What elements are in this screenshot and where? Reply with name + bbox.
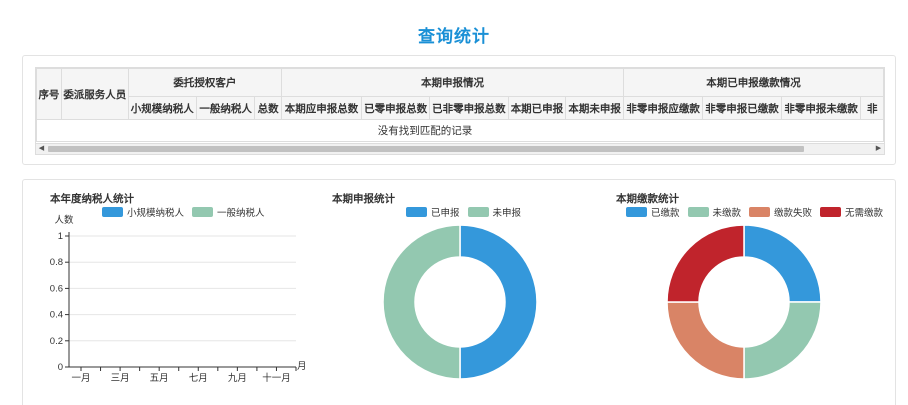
x-tick-label: 三月 bbox=[111, 373, 130, 384]
scrollbar-thumb[interactable] bbox=[48, 146, 804, 152]
col-header-total[interactable]: 总数 bbox=[254, 96, 282, 120]
y-tick-label: 1 bbox=[58, 231, 63, 242]
donut-slice bbox=[382, 224, 461, 380]
y-axis-label: 人数 bbox=[54, 214, 74, 226]
col-header-truncated[interactable]: 非 bbox=[860, 96, 884, 120]
donut-slice bbox=[743, 224, 822, 303]
donut-slice bbox=[459, 224, 538, 380]
x-tick-label: 九月 bbox=[228, 372, 247, 384]
col-header-nonzero-unpaid[interactable]: 非零申报未缴款 bbox=[780, 96, 862, 120]
x-tick-label: 七月 bbox=[189, 373, 208, 384]
result-table: 序号 委派服务人员 委托授权客户 本期申报情况 本期已申报缴款情况 小规模纳税人… bbox=[35, 67, 885, 155]
data-grid: 序号 委派服务人员 委托授权客户 本期申报情况 本期已申报缴款情况 小规模纳税人… bbox=[36, 68, 884, 142]
col-header-due-filing-total[interactable]: 本期应申报总数 bbox=[280, 96, 363, 120]
col-header-small-taxpayer[interactable]: 小规模纳税人 bbox=[127, 96, 197, 120]
col-header-nonzero-filed-total[interactable]: 已非零申报总数 bbox=[429, 96, 509, 120]
col-header-filed[interactable]: 本期已申报 bbox=[507, 96, 567, 120]
group-header-clients: 委托授权客户 bbox=[127, 68, 282, 97]
col-header-zero-filed-total[interactable]: 已零申报总数 bbox=[361, 96, 431, 120]
donut-slice bbox=[743, 301, 822, 380]
filing-donut-chart: 本期申报统计 已申报 未申报 bbox=[313, 180, 603, 405]
x-tick-label: 五月 bbox=[150, 373, 169, 384]
group-header-payment: 本期已申报缴款情况 bbox=[623, 68, 884, 97]
col-header-nonzero-paid[interactable]: 非零申报已缴款 bbox=[702, 96, 782, 120]
y-tick-label: 0.2 bbox=[50, 336, 63, 347]
donut-slice bbox=[666, 301, 745, 380]
y-tick-label: 0 bbox=[58, 362, 63, 373]
y-tick-label: 0.4 bbox=[50, 310, 63, 321]
page-title: 查询统计 bbox=[418, 27, 490, 46]
col-header-nonzero-payable[interactable]: 非零申报应缴款 bbox=[623, 96, 704, 120]
x-axis-label: 月 bbox=[297, 361, 307, 372]
scroll-right-arrow-icon[interactable]: ▶ bbox=[873, 144, 884, 154]
charts-panel: 本年度纳税人统计 小规模纳税人 一般纳税人 人数 0 0.2 0.4 0.6 0.8 1 一月… bbox=[22, 179, 896, 405]
donut-slice bbox=[666, 224, 745, 303]
group-header-filing: 本期申报情况 bbox=[280, 68, 625, 97]
filing-donut-plot bbox=[382, 224, 538, 380]
line-chart-plot: 人数 0 0.2 0.4 0.6 0.8 1 一月 三月 五月 七月 九月 十一月月 bbox=[50, 214, 307, 384]
x-tick-label: 一月 bbox=[71, 373, 90, 384]
horizontal-scrollbar[interactable]: ◀ ▶ bbox=[36, 143, 884, 154]
scroll-left-arrow-icon[interactable]: ◀ bbox=[36, 144, 47, 154]
col-header-general-taxpayer[interactable]: 一般纳税人 bbox=[195, 96, 256, 120]
y-tick-label: 0.8 bbox=[50, 257, 63, 268]
col-header-unfiled[interactable]: 本期未申报 bbox=[565, 96, 625, 120]
col-header-index[interactable]: 序号 bbox=[36, 68, 62, 120]
x-tick-label: 十一月 bbox=[262, 372, 291, 384]
empty-message: 没有找到匹配的记录 bbox=[36, 119, 884, 142]
payment-donut-plot bbox=[666, 224, 822, 380]
result-table-panel: 序号 委派服务人员 委托授权客户 本期申报情况 本期已申报缴款情况 小规模纳税人… bbox=[22, 55, 896, 165]
payment-donut-chart: 本期缴款统计 已缴款 未缴款 缴款失败 无需缴款 bbox=[603, 180, 897, 405]
taxpayer-line-chart: 本年度纳税人统计 小规模纳税人 一般纳税人 人数 0 0.2 0.4 0.6 0.8 1 一月… bbox=[23, 180, 313, 405]
y-tick-label: 0.6 bbox=[50, 283, 63, 294]
col-header-staff[interactable]: 委派服务人员 bbox=[60, 68, 129, 120]
